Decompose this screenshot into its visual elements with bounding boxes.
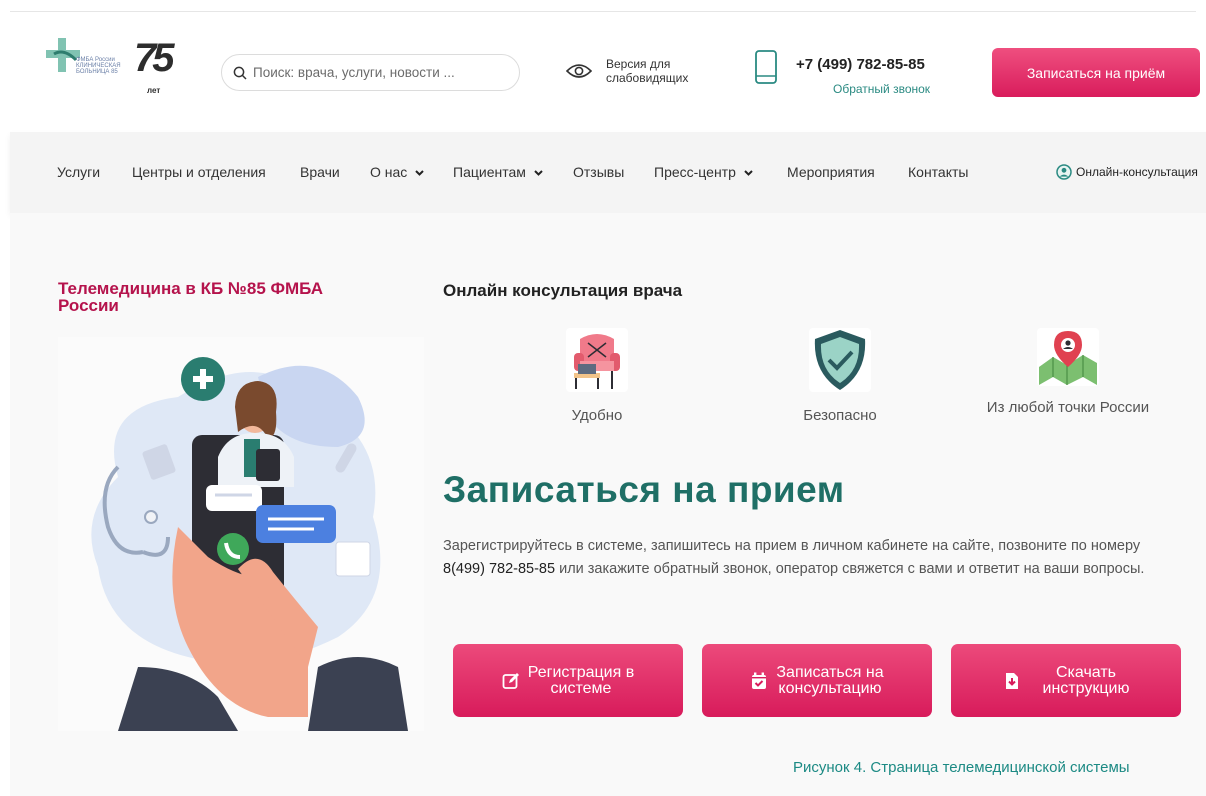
feature-label: Безопасно	[803, 407, 877, 424]
nav-item-centers[interactable]: Центры и отделения	[132, 164, 266, 180]
chevron-down-icon	[415, 169, 425, 176]
low-vision-label: Версия для слабовидящих	[606, 57, 689, 85]
telemedicine-illustration	[91, 357, 408, 731]
telemedicine-title: Телемедицина в КБ №85 ФМБА России	[58, 279, 324, 315]
file-download-icon	[1005, 672, 1018, 689]
nav-item-label: Мероприятия	[787, 164, 875, 180]
eye-icon	[566, 64, 592, 78]
nav-item-about[interactable]: О нас	[370, 164, 425, 180]
main-content: Телемедицина в КБ №85 ФМБА России Онлайн…	[10, 213, 1206, 796]
logo-caption: ФМБА России КЛИНИЧЕСКАЯ БОЛЬНИЦА 85	[76, 57, 121, 75]
nav-item-events[interactable]: Мероприятия	[787, 164, 875, 180]
nav-item-press[interactable]: Пресс-центр	[654, 164, 754, 180]
description-text: или закажите обратный звонок, оператор с…	[555, 561, 1145, 577]
nav-item-contacts[interactable]: Контакты	[908, 164, 968, 180]
logo-years: 75	[134, 36, 174, 80]
user-circle-icon	[1056, 164, 1072, 180]
nav-item-patients[interactable]: Пациентам	[453, 164, 544, 180]
logo-years-word: лет	[147, 86, 161, 95]
low-vision-toggle[interactable]: Версия для слабовидящих	[566, 57, 716, 85]
figure-caption: Рисунок 4. Страница телемедицинской сист…	[793, 759, 1130, 776]
nav-item-doctors[interactable]: Врачи	[300, 164, 340, 180]
nav-item-label: Услуги	[57, 164, 101, 180]
edit-icon	[502, 672, 519, 689]
doctor-phone-illustration	[58, 337, 424, 731]
mobile-phone-icon	[755, 50, 777, 84]
feature-label: Удобно	[571, 407, 623, 424]
nav-item-label: Центры и отделения	[132, 164, 266, 180]
chevron-down-icon	[534, 169, 543, 176]
map-pin-icon	[1037, 328, 1099, 386]
shield-check-icon	[809, 328, 871, 392]
download-instructions-button[interactable]: Скачать инструкцию	[951, 644, 1181, 717]
feature-secure: Безопасно	[740, 327, 940, 424]
search-icon	[233, 66, 247, 80]
book-consultation-button[interactable]: Записаться на консультацию	[702, 644, 932, 717]
feature-label: Из любой точки России	[986, 399, 1150, 416]
search-input[interactable]	[253, 65, 493, 80]
feature-anywhere: Из любой точки России	[968, 327, 1168, 416]
nav-item-label: Контакты	[908, 164, 969, 180]
online-consult-link[interactable]: Онлайн-консультация	[1056, 164, 1198, 180]
site-header: ФМБА России КЛИНИЧЕСКАЯ БОЛЬНИЦА 85 75 л…	[0, 0, 1206, 132]
search-box[interactable]	[221, 54, 520, 91]
nav-item-label: Отзывы	[573, 164, 625, 180]
book-appointment-button[interactable]: Записаться на приём	[992, 48, 1200, 97]
nav-item-label: Врачи	[300, 164, 340, 180]
register-button[interactable]: Регистрация в системе	[453, 644, 683, 717]
online-consult-label: Онлайн-консультация	[1076, 165, 1198, 179]
phone-number[interactable]: +7 (499) 782-85-85	[796, 56, 925, 73]
description-text: Зарегистрируйтесь в системе, запишитесь …	[443, 538, 1141, 554]
appointment-heading: Записаться на прием	[443, 469, 845, 510]
consult-title: Онлайн консультация врача	[443, 281, 683, 300]
appointment-description: Зарегистрируйтесь в системе, запишитесь …	[443, 535, 1183, 581]
nav-item-reviews[interactable]: Отзывы	[573, 164, 624, 180]
callback-link[interactable]: Обратный звонок	[833, 82, 930, 96]
nav-item-services[interactable]: Услуги	[57, 164, 100, 180]
armchair-laptop-icon	[566, 328, 628, 392]
calendar-check-icon	[752, 672, 767, 689]
feature-convenient: Удобно	[497, 327, 697, 424]
nav-item-label: О нас	[370, 164, 408, 180]
book-consultation-label: Записаться на консультацию	[776, 663, 884, 697]
download-instructions-label: Скачать инструкцию	[1042, 663, 1130, 697]
nav-item-label: Пациентам	[453, 164, 526, 180]
main-nav: Услуги Центры и отделения Врачи О нас Па…	[10, 132, 1206, 213]
chevron-down-icon	[744, 169, 753, 176]
register-button-label: Регистрация в системе	[527, 663, 635, 697]
site-logo[interactable]: ФМБА России КЛИНИЧЕСКАЯ БОЛЬНИЦА 85 75 л…	[46, 36, 186, 102]
description-phone[interactable]: 8(499) 782-85-85	[443, 561, 555, 577]
nav-item-label: Пресс-центр	[654, 164, 736, 180]
